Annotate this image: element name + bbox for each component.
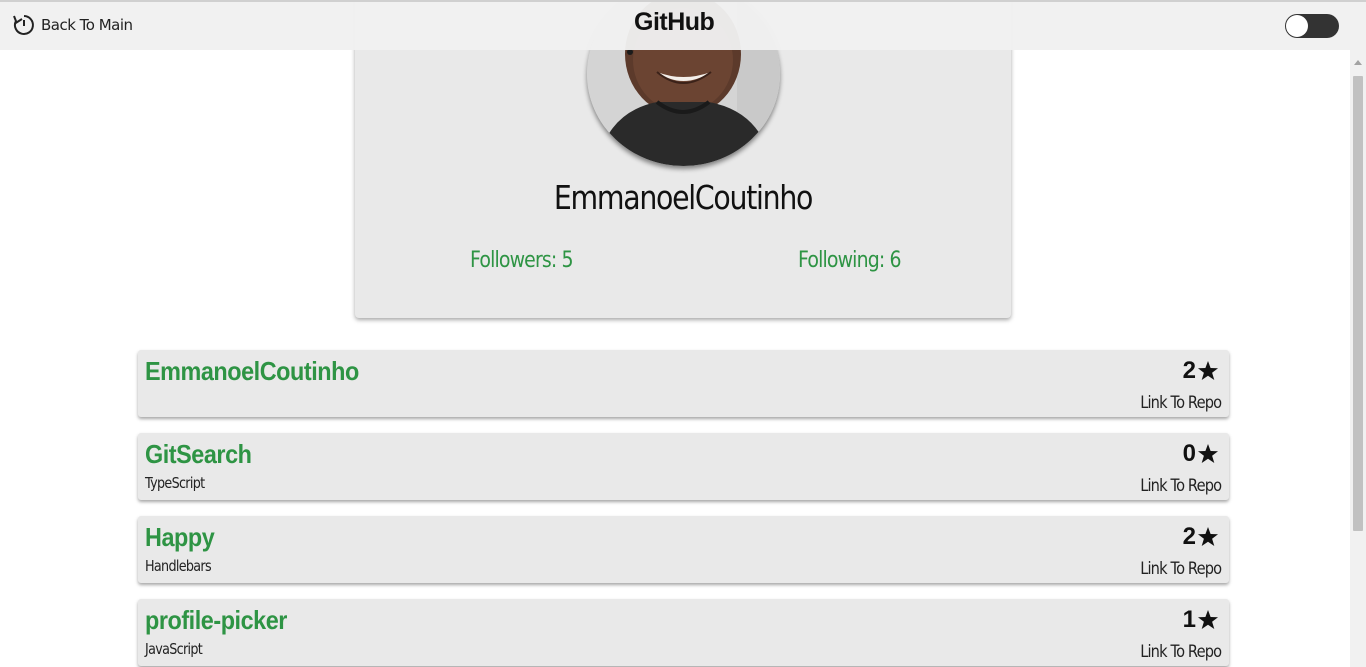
repo-star-count: 2	[1182, 523, 1196, 550]
repo-card: GitSearch TypeScript 0 Link To Repo	[138, 433, 1229, 500]
back-to-main-link[interactable]: Back To Main	[12, 13, 133, 37]
repo-name[interactable]: GitSearch	[145, 439, 252, 470]
repo-name[interactable]: profile-picker	[145, 605, 287, 636]
repo-name[interactable]: EmmanoelCoutinho	[145, 356, 359, 387]
link-to-repo[interactable]: Link To Repo	[1140, 642, 1222, 662]
repo-card: EmmanoelCoutinho 2 Link To Repo	[138, 350, 1229, 417]
repo-stars: 0	[1183, 440, 1219, 468]
toggle-knob	[1286, 15, 1308, 37]
theme-toggle[interactable]	[1285, 14, 1339, 38]
repo-star-count: 2	[1182, 357, 1196, 384]
link-to-repo[interactable]: Link To Repo	[1140, 559, 1222, 579]
repo-language: TypeScript	[145, 474, 205, 492]
star-icon	[1198, 444, 1218, 463]
repo-star-count: 1	[1182, 606, 1196, 633]
repo-stars: 2	[1183, 357, 1219, 385]
restart-arrow-icon	[13, 15, 34, 35]
brand-title: GitHub	[634, 8, 715, 36]
repo-name[interactable]: Happy	[145, 522, 215, 553]
back-to-main-label: Back To Main	[41, 16, 133, 34]
star-icon	[1198, 527, 1218, 546]
scrollbar[interactable]	[1350, 50, 1366, 667]
scroll-up-arrow-icon[interactable]	[1354, 60, 1362, 65]
followers-count[interactable]: Followers: 5	[470, 248, 574, 273]
link-to-repo[interactable]: Link To Repo	[1140, 476, 1222, 496]
repo-card: profile-picker JavaScript 1 Link To Repo	[138, 599, 1229, 666]
username: EmmanoelCoutinho	[553, 178, 813, 217]
star-icon	[1198, 610, 1218, 629]
repo-star-count: 0	[1182, 440, 1196, 467]
repo-card: Happy Handlebars 2 Link To Repo	[138, 516, 1229, 583]
repo-language: JavaScript	[145, 640, 203, 658]
repo-language: Handlebars	[145, 557, 212, 575]
top-bar: Back To Main GitHub	[0, 0, 1366, 50]
repo-stars: 1	[1183, 606, 1219, 634]
following-count[interactable]: Following: 6	[798, 248, 902, 273]
page: EmmanoelCoutinho Followers: 5 Following:…	[0, 0, 1366, 667]
scrollbar-thumb[interactable]	[1353, 76, 1363, 531]
repo-stars: 2	[1183, 523, 1219, 551]
star-icon	[1198, 361, 1218, 380]
link-to-repo[interactable]: Link To Repo	[1140, 393, 1222, 413]
